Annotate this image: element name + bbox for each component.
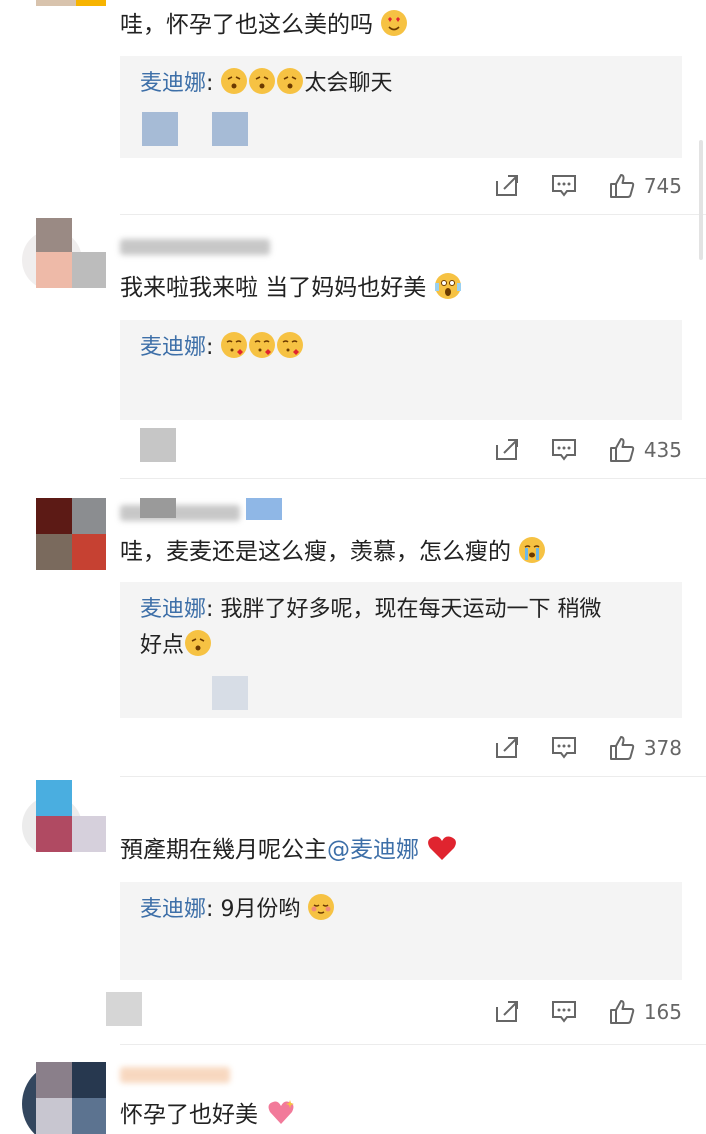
comment-text: 哇，怀孕了也这么美的吗 — [120, 9, 408, 41]
avatar[interactable] — [22, 498, 106, 570]
like-count: 745 — [643, 174, 682, 198]
share-icon — [495, 175, 518, 196]
share-button[interactable] — [494, 437, 520, 463]
divider — [120, 1044, 706, 1045]
reply-box: 麦迪娜: — [120, 320, 682, 420]
reply-author-link[interactable]: 麦迪娜 — [140, 335, 206, 360]
reply: 麦迪娜: 我胖了好多呢，现在每天运动一下 稍微 好点 — [140, 597, 602, 658]
share-button[interactable] — [494, 999, 520, 1025]
like-button[interactable]: 378 — [608, 734, 682, 762]
blurred-mosaic — [140, 498, 176, 518]
reply-author-link[interactable]: 麦迪娜 — [140, 71, 206, 96]
avatar[interactable] — [22, 1062, 106, 1134]
blurred-mosaic — [140, 428, 176, 462]
like-button[interactable]: 435 — [608, 436, 682, 464]
kissing-face-icon — [277, 332, 304, 358]
blurred-mosaic — [212, 676, 248, 710]
comment-actions: 435 — [494, 434, 682, 466]
comment-text: 怀孕了也好美 — [120, 1098, 295, 1131]
like-count: 165 — [643, 1000, 682, 1024]
like-button[interactable]: 165 — [608, 998, 682, 1026]
reply-author-link[interactable]: 麦迪娜 — [140, 597, 206, 622]
reply-box: 麦迪娜: 9月份哟 — [120, 882, 682, 980]
sparkling-heart-icon — [266, 1098, 295, 1124]
comment-text: 哇，麦麦还是这么瘦，羡慕，怎么瘦的 — [120, 536, 546, 568]
share-icon — [495, 737, 518, 758]
reply: 麦迪娜: 太会聊天 — [140, 66, 662, 102]
reply: 麦迪娜: — [140, 330, 662, 366]
thumbs-up-icon — [609, 736, 635, 760]
kissing-face-icon — [249, 332, 276, 358]
like-count: 435 — [643, 438, 682, 462]
red-heart-icon — [427, 835, 457, 861]
comment-text: 預產期在幾月呢公主@麦迪娜 — [120, 834, 457, 866]
embarrassed-face-icon — [185, 630, 212, 656]
reply: 麦迪娜: 9月份哟 — [140, 892, 662, 928]
embarrassed-face-icon — [221, 68, 248, 94]
comment-icon — [551, 439, 576, 461]
blurred-mosaic — [142, 112, 178, 146]
heart-eyes-face-icon — [381, 10, 408, 36]
reply-box: 麦迪娜: 太会聊天 — [120, 56, 682, 158]
share-icon — [495, 1001, 518, 1022]
comment-icon — [551, 1001, 576, 1023]
comment-actions: 165 — [494, 996, 682, 1028]
comment-actions: 745 — [494, 170, 682, 202]
smiling-face-icon — [308, 894, 335, 920]
divider — [120, 214, 706, 215]
scrollbar[interactable] — [699, 140, 703, 260]
thumbs-up-icon — [609, 174, 635, 198]
avatar[interactable] — [22, 216, 106, 288]
thumbs-up-icon — [609, 1000, 635, 1024]
embarrassed-face-icon — [249, 68, 276, 94]
crying-face-icon — [519, 537, 546, 563]
username-blurred — [120, 1064, 290, 1086]
comment-icon — [551, 737, 576, 759]
share-button[interactable] — [494, 735, 520, 761]
reply-button[interactable] — [550, 999, 578, 1025]
reply-button[interactable] — [550, 173, 578, 199]
share-icon — [495, 439, 518, 460]
username-blurred — [120, 236, 290, 258]
reply-author-link[interactable]: 麦迪娜 — [140, 897, 206, 922]
divider — [120, 478, 706, 479]
divider — [120, 776, 706, 777]
screaming-face-icon — [434, 273, 461, 299]
share-button[interactable] — [494, 173, 520, 199]
mention-link[interactable]: @麦迪娜 — [327, 837, 419, 863]
avatar[interactable] — [22, 0, 106, 42]
comment-text: 我来啦我来啦 当了妈妈也好美 — [120, 272, 462, 304]
comment-icon — [551, 175, 576, 197]
blurred-mosaic — [212, 112, 248, 146]
reply-box: 麦迪娜: 我胖了好多呢，现在每天运动一下 稍微 好点 — [120, 582, 682, 718]
kissing-face-icon — [221, 332, 248, 358]
comment-actions: 378 — [494, 732, 682, 764]
thumbs-up-icon — [609, 438, 635, 462]
blurred-mosaic — [246, 498, 282, 520]
like-button[interactable]: 745 — [608, 172, 682, 200]
blurred-mosaic — [106, 992, 142, 1026]
like-count: 378 — [643, 736, 682, 760]
reply-button[interactable] — [550, 437, 578, 463]
avatar[interactable] — [22, 780, 106, 852]
reply-button[interactable] — [550, 735, 578, 761]
embarrassed-face-icon — [277, 68, 304, 94]
